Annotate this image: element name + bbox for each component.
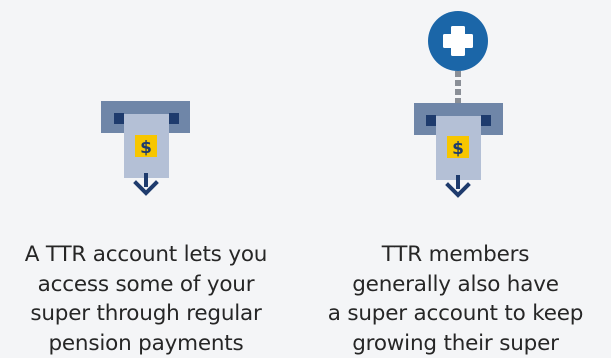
pension-payment-icon: $ [101,101,190,196]
caption-line: a super account to keep [327,301,584,326]
ttr-account-caption: A TTR account lets you access some of yo… [0,240,292,358]
super-account-caption: TTR members generally also have a super … [300,240,611,358]
ttr-account-panel: $ A TTR account lets you access some of … [0,0,292,358]
plus-icon [428,11,488,71]
pension-payment-plus-icon: $ [414,11,503,198]
svg-text:$: $ [452,139,464,159]
slot-hole-right [481,115,491,126]
dollar-sign-icon: $ [135,135,157,158]
caption-line: generally also have [352,271,559,297]
slot-hole-left [426,115,436,126]
caption-line: access some of your [37,271,255,297]
slot-hole-right [169,113,179,124]
caption-line: pension payments [48,330,244,356]
super-account-panel: $ TTR members generally also have a supe… [300,0,611,358]
caption-line: TTR members [381,242,530,267]
svg-text:$: $ [140,138,152,158]
dollar-sign-icon: $ [447,136,469,159]
caption-line: A TTR account lets you [24,242,268,267]
caption-line: growing their super [352,330,559,356]
caption-line: super through regular [30,301,262,326]
slot-hole-left [114,113,124,124]
